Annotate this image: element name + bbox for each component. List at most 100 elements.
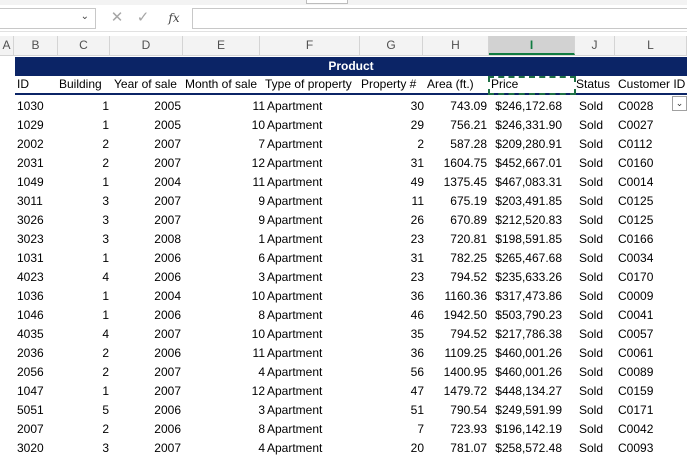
cell-type[interactable]: Apartment [267,230,362,249]
cell-month[interactable]: 1 [185,230,265,249]
cell-year[interactable]: 2007 [114,363,181,382]
enter-icon[interactable]: ✓ [135,9,151,27]
cell-type[interactable]: Apartment [267,287,362,306]
cell-type[interactable]: Apartment [267,211,362,230]
cell-year[interactable]: 2005 [114,97,181,116]
cell-month[interactable]: 3 [185,401,265,420]
cell-building[interactable]: 4 [59,325,109,344]
cell-status[interactable]: Sold [579,135,615,154]
cell-price[interactable]: $503,790.23 [489,306,562,325]
cell-month[interactable]: 10 [185,116,265,135]
cell-area[interactable]: 675.19 [427,192,487,211]
cell-status[interactable]: Sold [579,268,615,287]
cell-customer-id[interactable]: C0061 [618,344,687,363]
cell-property-number[interactable]: 2 [361,135,424,154]
cancel-icon[interactable]: ✕ [109,9,125,27]
cell-area[interactable]: 1109.25 [427,344,488,363]
cell-price[interactable]: $235,633.26 [489,268,562,287]
cell-month[interactable]: 4 [185,363,265,382]
cell-type[interactable]: Apartment [267,382,362,401]
cell-building[interactable]: 1 [59,116,109,135]
column-header-g[interactable]: G [360,36,423,55]
cell-building[interactable]: 1 [59,173,109,192]
cell-id[interactable]: 3023 [17,230,57,249]
header-property-number[interactable]: Property # [361,76,427,93]
cell-status[interactable]: Sold [579,382,615,401]
cell-area[interactable]: 1604.75 [427,154,487,173]
cell-id[interactable]: 1049 [17,173,57,192]
cell-building[interactable]: 2 [59,420,109,439]
column-header-l[interactable]: L [615,36,687,55]
cell-customer-id[interactable]: C0089 [618,363,687,382]
column-header-i[interactable]: I [489,36,575,55]
cell-property-number[interactable]: 23 [361,230,424,249]
cell-id[interactable]: 2036 [17,344,57,363]
cell-month[interactable]: 6 [185,249,265,268]
cell-status[interactable]: Sold [579,439,615,458]
cell-building[interactable]: 3 [59,192,109,211]
cell-customer-id[interactable]: C0034 [618,249,687,268]
cell-customer-id[interactable]: C0028 [618,97,687,116]
column-header-f[interactable]: F [260,36,360,55]
cell-status[interactable]: Sold [579,192,615,211]
cell-customer-id[interactable]: C0159 [618,382,687,401]
cell-type[interactable]: Apartment [267,154,362,173]
chevron-down-icon[interactable]: ⌄ [81,11,89,22]
header-area[interactable]: Area (ft.) [427,76,489,93]
column-header-b[interactable]: B [14,36,58,55]
cell-year[interactable]: 2007 [114,325,181,344]
cell-property-number[interactable]: 31 [361,249,424,268]
cell-area[interactable]: 794.52 [427,325,487,344]
cell-area[interactable]: 1479.72 [427,382,487,401]
cell-customer-id[interactable]: C0160 [618,154,687,173]
cell-price[interactable]: $467,083.31 [489,173,562,192]
cell-year[interactable]: 2007 [114,439,181,458]
cell-type[interactable]: Apartment [267,135,362,154]
cell-property-number[interactable]: 49 [361,173,424,192]
cell-property-number[interactable]: 56 [361,363,424,382]
cell-customer-id[interactable]: C0166 [618,230,687,249]
cell-month[interactable]: 11 [185,344,265,363]
cell-customer-id[interactable]: C0125 [618,211,687,230]
cell-status[interactable]: Sold [579,154,615,173]
cell-property-number[interactable]: 23 [361,268,424,287]
cell-price[interactable]: $198,591.85 [489,230,562,249]
cell-customer-id[interactable]: C0041 [618,306,687,325]
cell-month[interactable]: 12 [185,154,265,173]
cell-building[interactable]: 4 [59,268,109,287]
cell-id[interactable]: 3026 [17,211,57,230]
cell-type[interactable]: Apartment [267,306,362,325]
cell-price[interactable]: $217,786.38 [489,325,562,344]
cell-building[interactable]: 3 [59,230,109,249]
cell-customer-id[interactable]: C0125 [618,192,687,211]
cell-price[interactable]: $212,520.83 [489,211,562,230]
cell-status[interactable]: Sold [579,97,615,116]
column-header-j[interactable]: J [575,36,615,55]
cell-area[interactable]: 670.89 [427,211,487,230]
cell-property-number[interactable]: 11 [361,192,424,211]
cell-price[interactable]: $265,467.68 [489,249,562,268]
cell-id[interactable]: 4023 [17,268,57,287]
cell-id[interactable]: 3020 [17,439,57,458]
cell-area[interactable]: 1160.36 [427,287,488,306]
cell-type[interactable]: Apartment [267,116,362,135]
cell-month[interactable]: 3 [185,268,265,287]
insert-function-icon[interactable]: fx [165,9,183,27]
header-id[interactable]: ID [17,76,57,93]
cell-id[interactable]: 3011 [17,192,57,211]
cell-property-number[interactable]: 47 [361,382,424,401]
cell-id[interactable]: 1036 [17,287,57,306]
cell-id[interactable]: 4035 [17,325,57,344]
column-header-a[interactable]: A [0,36,14,55]
cell-month[interactable]: 12 [185,382,265,401]
cell-status[interactable]: Sold [579,344,615,363]
cell-month[interactable]: 8 [185,306,265,325]
cell-price[interactable]: $258,572.48 [489,439,562,458]
cell-status[interactable]: Sold [579,363,615,382]
cell-month[interactable]: 10 [185,325,265,344]
cell-month[interactable]: 11 [185,173,265,192]
cell-customer-id[interactable]: C0170 [618,268,687,287]
cell-type[interactable]: Apartment [267,363,362,382]
cell-area[interactable]: 1375.45 [427,173,487,192]
cell-price[interactable]: $460,001.26 [489,363,562,382]
